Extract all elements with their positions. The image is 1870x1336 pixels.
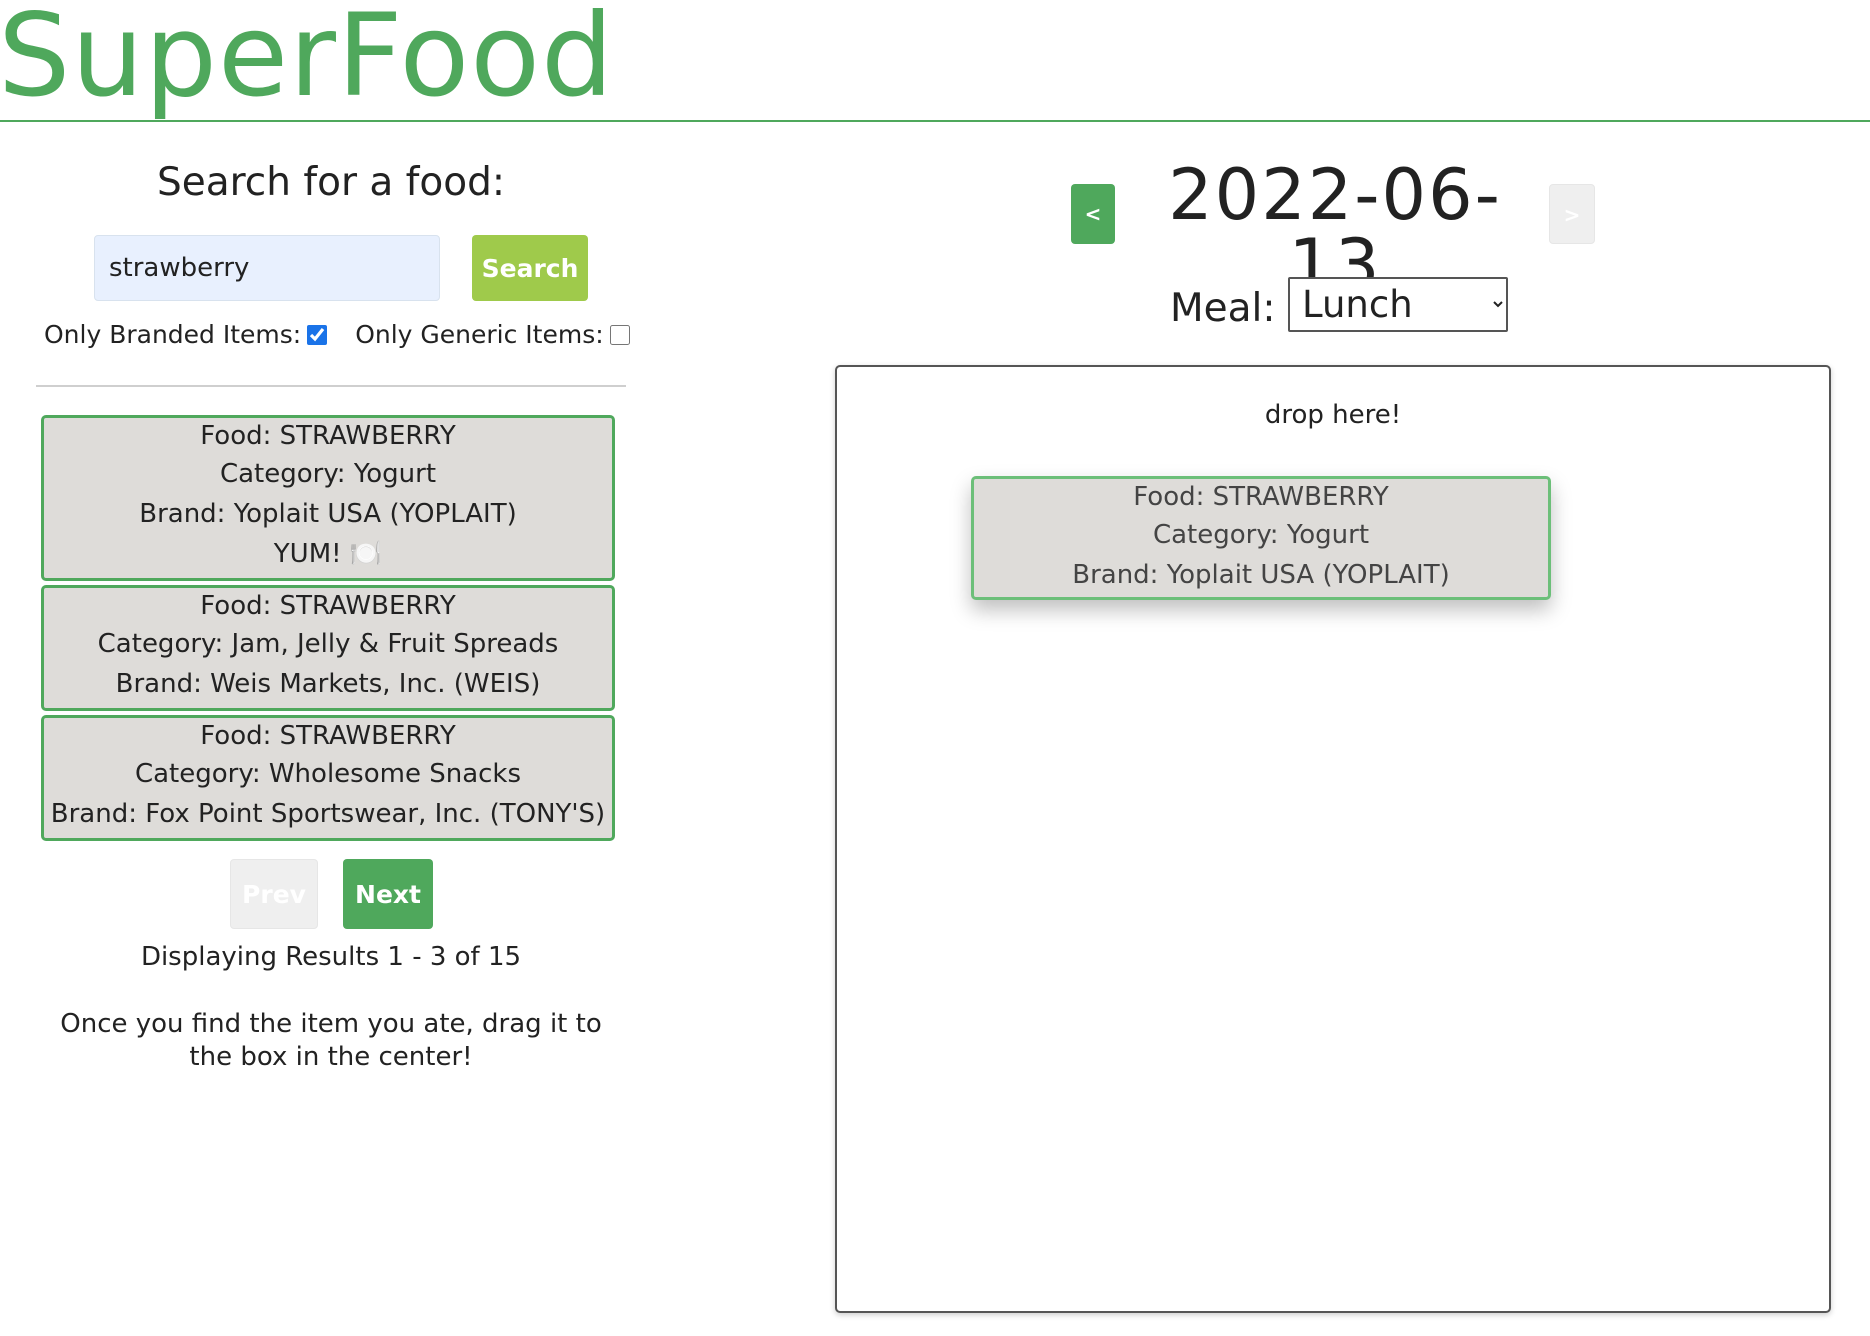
app-logo[interactable]: SuperFood — [0, 0, 614, 116]
food-category: Category: Yogurt — [219, 459, 437, 489]
food-note: YUM! 🍽️ — [273, 539, 383, 569]
food-name: Food: STRAWBERRY — [200, 591, 456, 621]
food-brand: Brand: Yoplait USA (YOPLAIT) — [139, 499, 517, 529]
branded-filter[interactable]: Only Branded Items: — [44, 320, 328, 349]
next-day-button[interactable]: > — [1549, 184, 1595, 244]
food-result-card[interactable]: Food: STRAWBERRY Category: Yogurt Brand:… — [41, 415, 615, 581]
divider — [36, 385, 626, 387]
food-category: Category: Wholesome Snacks — [134, 759, 522, 789]
prev-page-button[interactable]: Prev — [230, 859, 318, 929]
search-button[interactable]: Search — [472, 235, 588, 301]
food-name: Food: STRAWBERRY — [1133, 482, 1389, 512]
instructions-text: Once you find the item you ate, drag it … — [60, 1009, 602, 1072]
branded-filter-label: Only Branded Items: — [44, 320, 302, 349]
search-heading: Search for a food: — [156, 160, 506, 205]
food-name: Food: STRAWBERRY — [200, 421, 456, 451]
generic-checkbox[interactable] — [609, 324, 630, 345]
app-header: SuperFood — [0, 0, 1870, 122]
food-brand: Brand: Weis Markets, Inc. (WEIS) — [115, 669, 541, 699]
food-name: Food: STRAWBERRY — [200, 721, 456, 751]
next-page-button[interactable]: Next — [343, 859, 433, 929]
search-input[interactable] — [94, 235, 440, 301]
dragged-food-card[interactable]: Food: STRAWBERRY Category: Yogurt Brand:… — [971, 476, 1551, 600]
food-category: Category: Jam, Jelly & Fruit Spreads — [97, 629, 559, 659]
food-brand: Brand: Yoplait USA (YOPLAIT) — [1072, 560, 1450, 590]
meal-select[interactable]: Lunch — [1288, 277, 1508, 332]
meal-label: Meal: — [1170, 286, 1276, 331]
food-result-card[interactable]: Food: STRAWBERRY Category: Wholesome Sna… — [41, 715, 615, 841]
results-summary: Displaying Results 1 - 3 of 15 — [140, 942, 522, 972]
branded-checkbox[interactable] — [307, 324, 328, 345]
generic-filter-label: Only Generic Items: — [355, 320, 604, 349]
food-category: Category: Yogurt — [1152, 520, 1370, 550]
drop-zone-label: drop here! — [1264, 400, 1402, 430]
generic-filter[interactable]: Only Generic Items: — [355, 320, 630, 349]
previous-day-button[interactable]: < — [1071, 184, 1115, 244]
food-result-card[interactable]: Food: STRAWBERRY Category: Jam, Jelly & … — [41, 585, 615, 711]
filter-row: Only Branded Items: Only Generic Items: — [44, 320, 644, 349]
drop-zone[interactable]: drop here! Food: STRAWBERRY Category: Yo… — [835, 365, 1831, 1313]
food-brand: Brand: Fox Point Sportswear, Inc. (TONY'… — [50, 799, 606, 829]
